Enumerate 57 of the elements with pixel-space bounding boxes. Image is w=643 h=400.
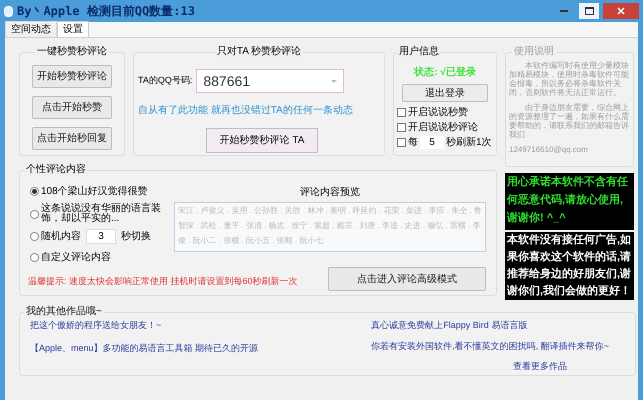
option-label: 开启说说秒评论 [408,120,478,135]
preview-label: 评论内容预览 [300,186,360,200]
action-button[interactable]: 点击开始秒赞 [32,96,112,119]
close-icon [617,7,625,15]
interval-field[interactable]: 3 [86,229,116,244]
tab[interactable]: 空间动态 [5,21,57,37]
start-target-button[interactable]: 开始秒赞秒评论 TA [206,128,318,153]
maximize-icon [584,7,594,15]
help-text: 本软件编写时有使用少量模块加精易模块，使用时杀毒软件可能会报毒，所以务必将杀毒软件关闭，否则软件将无法正常运行。 [509,61,630,97]
radio-button[interactable] [30,187,39,196]
work-link[interactable]: 把这个傲娇的程序送给女朋友！~ [30,319,258,332]
option-label: 随机内容 [41,230,81,244]
notice-panel: 本软件没有接任何广告,如果你喜欢这个软件的话,请推荐给身边的好朋友们,谢谢你们,我们会做的更好！ [505,232,634,300]
option-label: 秒切换 [121,230,151,244]
group-title: 只对TA 秒赞秒评论 [214,46,304,58]
radio-button[interactable] [30,210,39,218]
group-title: 一键秒赞秒评论 [35,46,109,58]
checkbox[interactable] [397,123,406,132]
group-title: 个性评论内容 [24,164,88,176]
group-title: 使用说明 [512,46,556,58]
option-label: 108个梁山好汉觉得很赞 [41,184,148,199]
tab[interactable]: 设置 [57,21,89,37]
checkbox[interactable] [397,108,406,117]
action-button[interactable]: 开始秒赞秒评论 [32,65,112,88]
preview-text-box: 宋江 . 卢俊义 . 吴用 . 公孙胜 . 关胜 . 林冲 . 秦明 . 呼延灼 . 花荣 . 柴进 . 李应 . 朱仝 . 鲁智深 . 武松 . 董平 . 张清 . 杨志 . 徐宁 . 索超 . 戴宗 . 刘唐 . 李逵 . 史进 . 穆弘 . 雷横 . 李俊 . 阮小二 . 张横 . 阮小五 . 张顺 . 阮小七 [174,202,486,252]
work-link[interactable]: 查看更多作品 [513,360,568,374]
interval-field[interactable]: 5 [420,136,444,149]
help-text: 1249716610@qq.com [509,145,589,154]
radio-button[interactable] [30,232,39,241]
warning-text: 温馨提示: 速度太快会影响正常使用 挂机时请设置到每60秒刷新一次 [28,275,298,288]
minimize-icon [560,10,568,12]
option-label: 开启说说秒赞 [408,106,468,120]
dropdown-arrow-icon [331,80,338,82]
work-link[interactable]: 真心诚意免费献上Flappy Bird 易语言版 [371,319,528,332]
login-status: 状态: √已登录 [412,66,477,80]
close-button[interactable] [603,3,639,19]
logout-button[interactable]: 退出登录 [402,84,488,102]
option-label: 秒刷新1次 [446,136,492,150]
option-label: 这条说说没有华丽的语言装饰，却以平实的... [41,204,162,224]
slogan-text: 自从有了此功能 就再也没错过TA的任何一条动态 [138,104,354,118]
notice-panel: 用心承诺本软件不含有任何恶意代码,请放心使用,谢谢你! ^_^ [505,173,634,230]
help-text: 由于身边朋友需要，综合网上的资源整理了一遍，如果有什么需要帮助的，请联系我们的邮箱告诉我们 [509,103,630,139]
option-label: 自定义评论内容 [41,250,111,265]
option-label: 每 [408,136,418,150]
app-icon [4,6,13,16]
group-title: 用户信息 [397,46,441,58]
action-button[interactable]: 点击开始秒回复 [32,127,112,150]
work-link[interactable]: 【Apple、menu】多功能的易语言工具箱 期待已久的开源 [30,342,258,355]
group-title: 我的其他作品哦~ [24,306,104,318]
maximize-button[interactable] [579,3,599,19]
qq-number-field[interactable]: 887661 [196,69,344,93]
checkbox[interactable] [397,138,406,147]
radio-button[interactable] [30,253,39,262]
window-title: By丶Apple 检测目前QQ数量:13 [17,3,195,20]
field-label: TA的QQ号码: [138,74,192,88]
advanced-mode-button[interactable]: 点击进入评论高级模式 [328,267,486,291]
work-link[interactable]: 你若有安装外国软件,看不懂英文的困扰吗, 翻译插件来帮你~ [371,340,609,353]
